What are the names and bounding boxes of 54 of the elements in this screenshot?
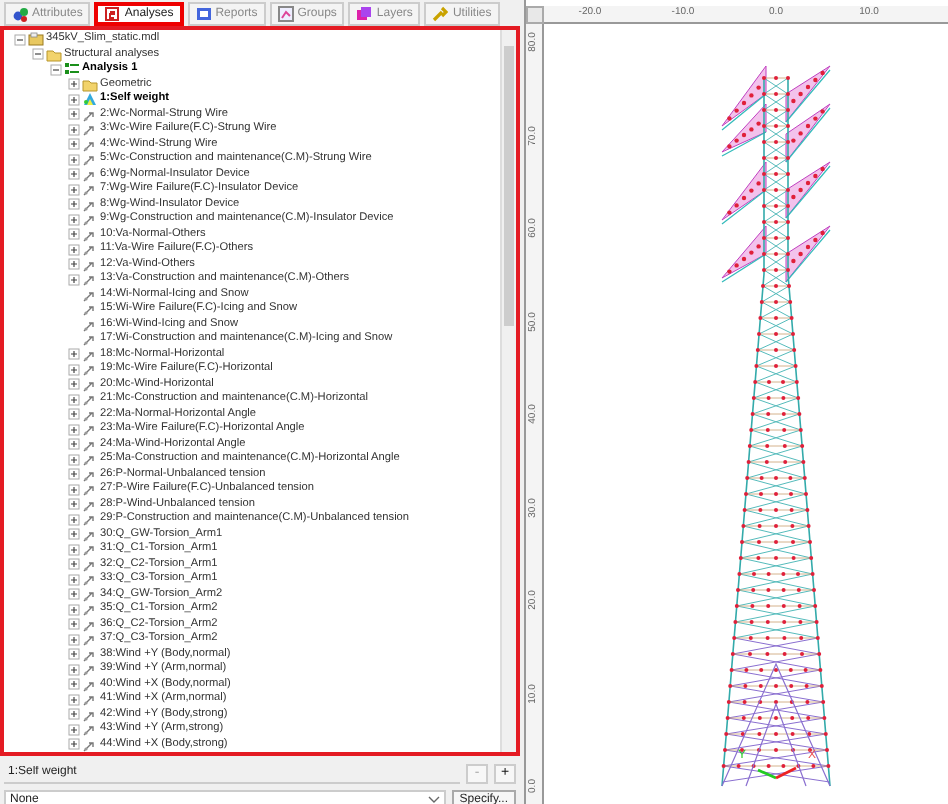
expand-icon[interactable] <box>68 408 80 421</box>
expand-icon[interactable] <box>68 273 80 286</box>
expand-icon[interactable] <box>68 558 80 571</box>
expand-icon[interactable] <box>68 693 80 706</box>
expand-icon[interactable] <box>68 453 80 466</box>
analysis-icon <box>104 6 121 22</box>
expand-icon[interactable] <box>68 393 80 406</box>
layers-icon <box>356 6 373 22</box>
expand-icon[interactable] <box>68 573 80 586</box>
chevron-down-icon <box>427 796 440 804</box>
expand-icon[interactable] <box>68 603 80 616</box>
expand-icon[interactable] <box>68 93 80 106</box>
expand-icon[interactable] <box>68 348 80 361</box>
expand-icon[interactable] <box>68 153 80 166</box>
expand-icon[interactable] <box>68 213 80 226</box>
expand-icon[interactable] <box>68 438 80 451</box>
expand-icon[interactable] <box>68 708 80 721</box>
expand-icon[interactable] <box>68 498 80 511</box>
expand-icon[interactable] <box>68 258 80 271</box>
expand-icon[interactable] <box>68 198 80 211</box>
scrollbar-thumb[interactable] <box>504 46 514 326</box>
expand-icon[interactable] <box>68 168 80 181</box>
expand-icon[interactable] <box>68 378 80 391</box>
collapse-icon[interactable] <box>32 48 44 61</box>
expand-icon[interactable] <box>68 483 80 496</box>
report-icon <box>195 6 212 22</box>
expand-icon[interactable] <box>68 468 80 481</box>
expand-icon[interactable] <box>68 423 80 436</box>
expand-icon[interactable] <box>68 243 80 256</box>
expand-icon[interactable] <box>68 633 80 646</box>
expand-icon[interactable] <box>68 78 80 91</box>
scrollbar[interactable] <box>500 30 516 752</box>
expand-icon[interactable] <box>68 528 80 541</box>
expand-icon[interactable] <box>68 183 80 196</box>
expand-icon[interactable] <box>68 108 80 121</box>
expand-icon[interactable] <box>68 363 80 376</box>
expand-icon[interactable] <box>68 618 80 631</box>
expand-icon[interactable] <box>68 738 80 751</box>
groups-icon <box>277 6 294 22</box>
wrench-icon <box>432 6 449 22</box>
expand-icon[interactable] <box>68 588 80 601</box>
expand-icon[interactable] <box>68 723 80 736</box>
axis-triad-icon <box>757 766 797 780</box>
expand-icon[interactable] <box>68 543 80 556</box>
expand-icon[interactable] <box>68 123 80 136</box>
expand-icon[interactable] <box>68 648 80 661</box>
expand-icon[interactable] <box>68 228 80 241</box>
collapse-icon[interactable] <box>50 63 62 76</box>
expand-icon[interactable] <box>68 513 80 526</box>
collapse-icon[interactable] <box>14 33 26 46</box>
people-icon <box>12 6 28 22</box>
expand-icon[interactable] <box>68 678 80 691</box>
expand-icon[interactable] <box>68 663 80 676</box>
expand-icon[interactable] <box>68 138 80 151</box>
